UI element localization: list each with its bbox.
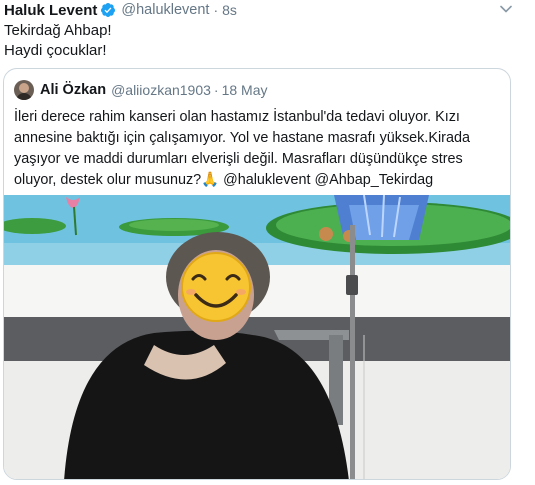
quoted-author-handle[interactable]: @aliiozkan1903: [111, 82, 211, 98]
verified-badge-icon: [101, 3, 116, 17]
tweet-header: Haluk Levent @haluklevent · 8s: [4, 1, 237, 19]
quoted-header-separator: ·: [213, 82, 219, 98]
tweet-text-line: Tekirdağ Ahbap!: [4, 22, 112, 39]
quoted-tweet-photo[interactable]: [4, 195, 510, 479]
author-display-name[interactable]: Haluk Levent: [4, 2, 97, 19]
avatar[interactable]: [14, 80, 34, 100]
quoted-text-line: İleri derece rahim kanseri olan hastamız…: [14, 109, 460, 125]
quoted-text-line: annesine baktığı için çalışamıyor. Yol v…: [14, 130, 470, 146]
smiling-face-emoji: [181, 252, 251, 322]
quoted-tweet[interactable]: Ali Özkan @aliiozkan1903 · 18 May İleri …: [3, 68, 511, 480]
patient-photo: [4, 195, 510, 479]
quoted-date[interactable]: 18 May: [222, 82, 268, 98]
quoted-text-line: yaşıyor ve maddi durumları elverişli değ…: [14, 151, 463, 167]
author-handle[interactable]: @haluklevent: [121, 2, 209, 18]
quoted-text-line: oluyor, destek olur musunuz?🙏 @halukleve…: [14, 172, 434, 188]
tweet-text-line: Haydi çocuklar!: [4, 42, 107, 59]
quoted-tweet-header: Ali Özkan @aliiozkan1903 · 18 May: [14, 80, 268, 100]
chevron-down-icon[interactable]: [499, 2, 513, 16]
quoted-tweet-text: İleri derece rahim kanseri olan hastamız…: [14, 107, 510, 191]
quoted-author-name[interactable]: Ali Özkan: [40, 82, 106, 98]
header-separator: ·: [213, 2, 219, 18]
tweet: Haluk Levent @haluklevent · 8s Tekirdağ …: [0, 0, 535, 485]
tweet-timestamp[interactable]: 8s: [222, 2, 237, 18]
